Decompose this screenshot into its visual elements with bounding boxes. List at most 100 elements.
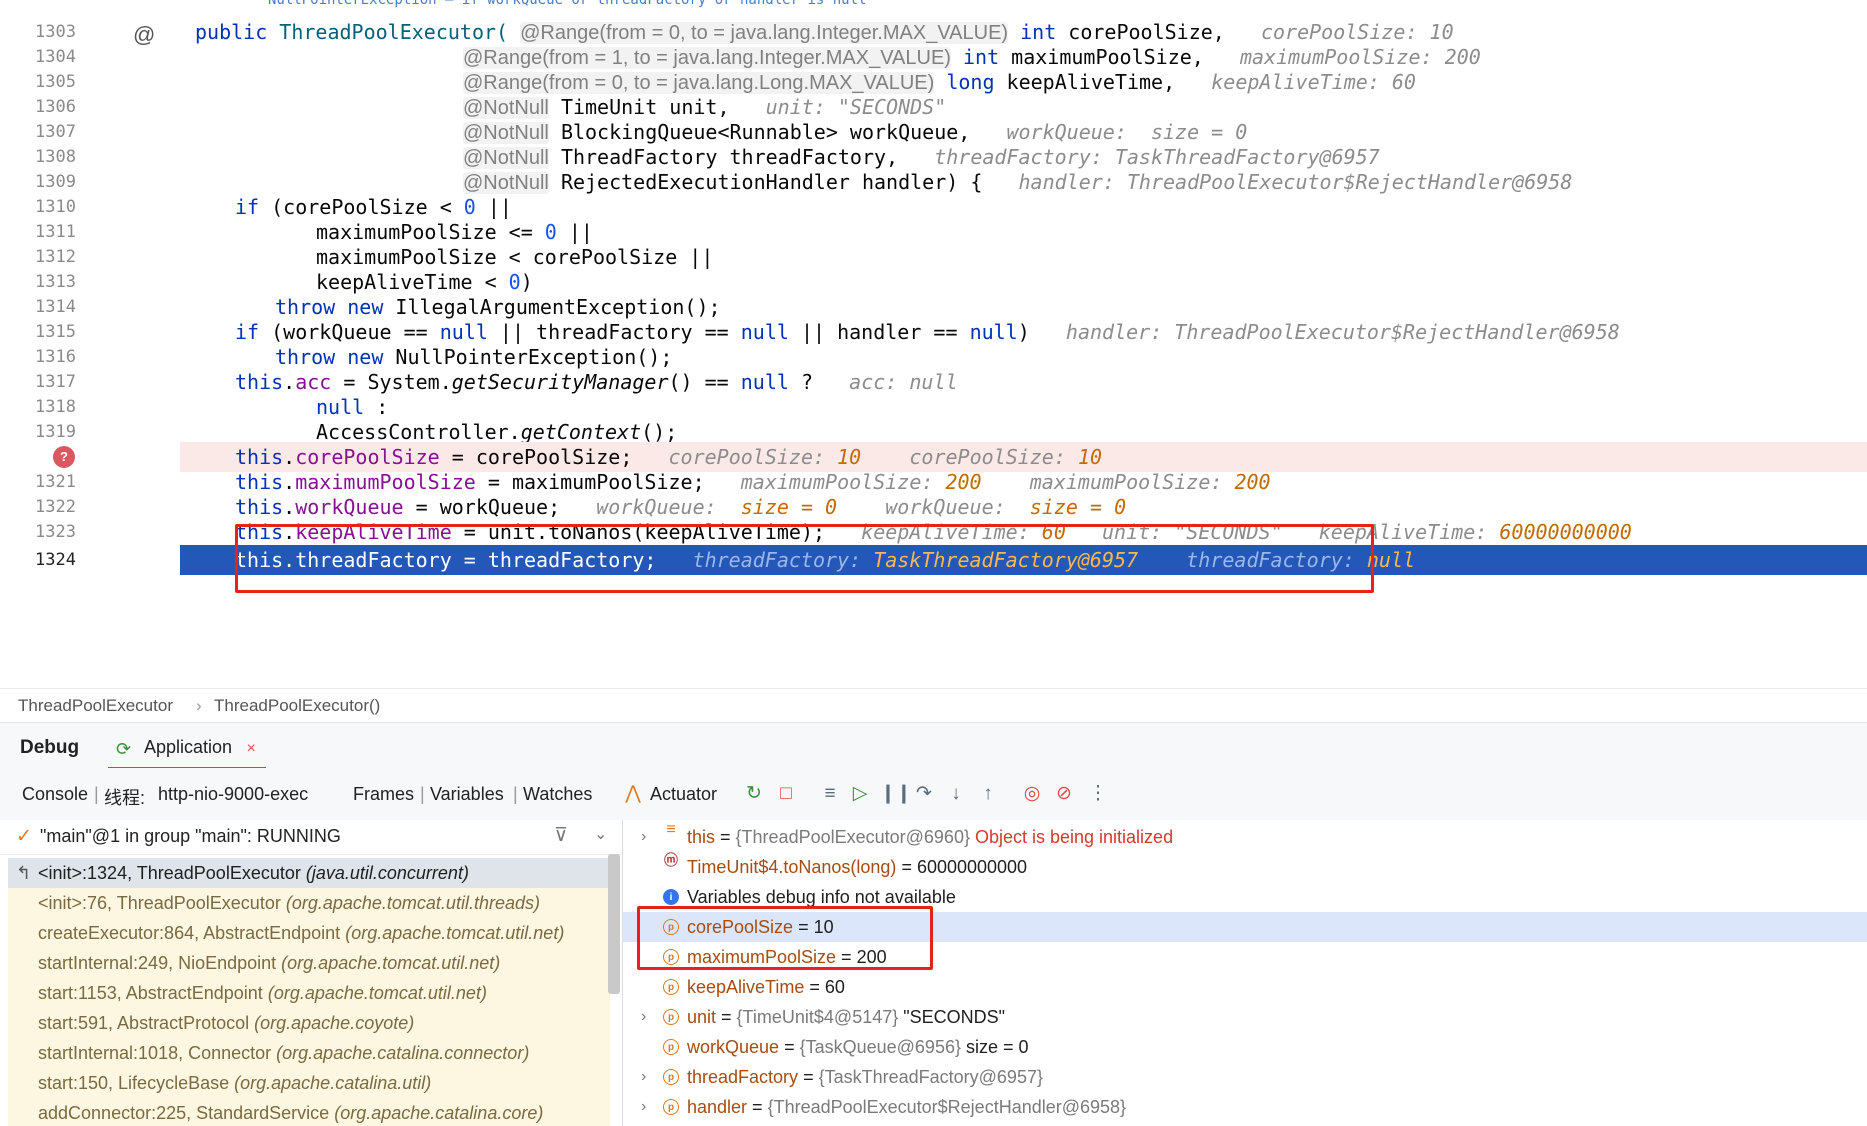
- view-breakpoints-icon[interactable]: ◎: [1020, 782, 1044, 806]
- frames-list-icon[interactable]: ≡: [818, 782, 842, 806]
- inline-hint: keepAliveTime:: [861, 520, 1030, 544]
- inline-hint-value: TaskThreadFactory@6957: [873, 548, 1139, 572]
- breadcrumb-class[interactable]: ThreadPoolExecutor: [18, 696, 173, 716]
- tab-watches[interactable]: Watches: [523, 784, 592, 805]
- inline-hint-value: size = 0: [740, 495, 838, 519]
- stack-frame[interactable]: start:1153, AbstractEndpoint (org.apache…: [8, 978, 610, 1008]
- inline-hint: workQueue:: [885, 495, 1006, 519]
- variable-row[interactable]: › p threadFactory = {TaskThreadFactory@6…: [623, 1062, 1867, 1092]
- info-icon: i: [663, 889, 679, 905]
- stack-frame[interactable]: createExecutor:864, AbstractEndpoint (or…: [8, 918, 610, 948]
- annotation: @NotNull: [463, 147, 549, 169]
- thread-status: "main"@1 in group "main": RUNNING: [40, 826, 341, 846]
- thread-label: 线程:: [104, 788, 146, 808]
- debug-tool-window-header: Debug ⟳ Application ×: [0, 722, 1867, 770]
- thread-selector-row[interactable]: ✓ "main"@1 in group "main": RUNNING ⊽ ⌄: [0, 820, 622, 855]
- return-arrow-icon: ↰: [16, 863, 32, 883]
- stack-frame[interactable]: ↰ <init>:1324, ThreadPoolExecutor (java.u…: [8, 858, 610, 888]
- divider: |: [420, 784, 425, 804]
- annotation: @NotNull: [463, 122, 549, 144]
- rerun-icon[interactable]: ↻: [742, 782, 766, 806]
- stack-frame[interactable]: startInternal:1018, Connector (org.apach…: [8, 1038, 610, 1068]
- breakpoint-icon[interactable]: ?: [53, 446, 75, 468]
- stack-frame[interactable]: start:150, LifecycleBase (org.apache.cat…: [8, 1068, 610, 1098]
- mute-breakpoints-icon[interactable]: ⊘: [1052, 782, 1076, 806]
- code-line[interactable]: this.threadFactory = threadFactory; thre…: [235, 545, 1415, 575]
- inline-hint-value: null: [1366, 548, 1416, 572]
- param: RejectedExecutionHandler handler) {: [560, 170, 983, 194]
- parameter-icon: p: [663, 1099, 679, 1115]
- variable-row[interactable]: › ≡ this = {ThreadPoolExecutor@6960} Obj…: [623, 822, 1867, 852]
- thread-selector[interactable]: http-nio-9000-exec: [158, 784, 308, 805]
- tab-variables[interactable]: Variables: [430, 784, 504, 805]
- stack-frame[interactable]: startInternal:249, NioEndpoint (org.apac…: [8, 948, 610, 978]
- inline-hint: threadFactory: TaskThreadFactory@6957: [934, 145, 1380, 169]
- parameter-icon: p: [663, 1039, 679, 1055]
- line-number: 1323: [35, 522, 76, 542]
- step-over-icon[interactable]: ↷: [912, 782, 936, 806]
- inline-hint-value: 60: [1041, 520, 1066, 544]
- variable-row[interactable]: › p handler = {ThreadPoolExecutor$Reject…: [623, 1092, 1867, 1122]
- parameter-icon: p: [663, 1009, 679, 1025]
- inline-hint: threadFactory:: [1186, 548, 1355, 572]
- inline-hint-value: 60000000000: [1499, 520, 1632, 544]
- stack-frame[interactable]: start:591, AbstractProtocol (org.apache.…: [8, 1008, 610, 1038]
- divider: |: [94, 784, 99, 804]
- inline-hint-value: 200: [1234, 470, 1271, 494]
- frames-scrollbar[interactable]: [608, 854, 620, 994]
- inline-hint: keepAliveTime: 60: [1211, 70, 1416, 94]
- variable-row[interactable]: p maximumPoolSize = 200: [623, 942, 1867, 972]
- resume-icon[interactable]: ▷: [848, 782, 872, 806]
- annotation: @Range(from = 1, to = java.lang.Integer.…: [463, 47, 951, 69]
- inline-hint: acc: null: [849, 370, 958, 394]
- expand-icon[interactable]: ›: [641, 1002, 646, 1032]
- stop-icon[interactable]: □: [774, 782, 798, 806]
- inline-hint: handler: ThreadPoolExecutor$RejectHandle…: [1018, 170, 1573, 194]
- inline-hint: keepAliveTime:: [1318, 520, 1488, 544]
- inline-hint: handler: ThreadPoolExecutor$RejectHandle…: [1065, 320, 1620, 344]
- variable-row[interactable]: › p unit = {TimeUnit$4@5147} "SECONDS": [623, 1002, 1867, 1032]
- expand-icon[interactable]: ›: [641, 1092, 646, 1122]
- pause-icon[interactable]: ❙❙: [880, 782, 912, 806]
- method-return-icon: ⓜ: [664, 852, 678, 868]
- inline-hint-value: 10: [837, 445, 862, 469]
- inline-hint: corePoolSize:: [668, 445, 826, 469]
- close-tab-icon[interactable]: ×: [247, 740, 256, 757]
- expand-icon[interactable]: ›: [641, 1062, 646, 1092]
- breadcrumb: ThreadPoolExecutor › ThreadPoolExecutor(…: [0, 688, 1867, 723]
- divider: |: [513, 784, 518, 804]
- thread-running-icon: ✓: [16, 826, 32, 847]
- inline-hint: unit: "SECONDS": [1102, 520, 1283, 544]
- filter-icon[interactable]: ⊽: [554, 824, 568, 847]
- annotation: @NotNull: [463, 172, 549, 194]
- code-editor[interactable]: NullPointerException — if workQueue or t…: [0, 0, 1867, 688]
- variable-row[interactable]: p workQueue = {TaskQueue@6956} size = 0: [623, 1032, 1867, 1062]
- step-into-icon[interactable]: ↓: [944, 782, 968, 806]
- variables-panel: › ≡ this = {ThreadPoolExecutor@6960} Obj…: [623, 820, 1867, 1126]
- stack-frame[interactable]: addConnector:225, StandardService (org.a…: [8, 1098, 610, 1126]
- stack-frame[interactable]: <init>:76, ThreadPoolExecutor (org.apach…: [8, 888, 610, 918]
- code-line[interactable]: 1323 this.keepAliveTime = unit.toNanos(k…: [0, 517, 1867, 547]
- more-options-icon[interactable]: ⋮: [1086, 782, 1110, 806]
- variable-row[interactable]: p corePoolSize = 10: [623, 912, 1867, 942]
- param: TimeUnit unit,: [560, 95, 730, 119]
- inline-hint-value: 10: [1077, 445, 1103, 469]
- tab-console[interactable]: Console: [22, 784, 88, 805]
- variable-row[interactable]: ⓜ TimeUnit$4.toNanos(long) = 60000000000: [623, 852, 1867, 882]
- variable-row: i Variables debug info not available: [623, 882, 1867, 912]
- variable-row[interactable]: p keepAliveTime = 60: [623, 972, 1867, 1002]
- step-out-icon[interactable]: ↑: [976, 782, 1000, 806]
- breadcrumb-method[interactable]: ThreadPoolExecutor(): [214, 696, 380, 716]
- param: ThreadFactory threadFactory,: [560, 145, 899, 169]
- chevron-down-icon[interactable]: ⌄: [594, 824, 607, 844]
- tab-application[interactable]: ⟳ Application ×: [108, 729, 266, 770]
- inline-hint: maximumPoolSize: 200: [1239, 45, 1481, 69]
- tab-frames[interactable]: Frames: [353, 784, 414, 805]
- debug-title: Debug: [20, 737, 80, 758]
- tab-actuator[interactable]: Actuator: [650, 784, 717, 805]
- inline-hint-value: size = 0: [1029, 495, 1127, 519]
- expand-icon[interactable]: ›: [641, 822, 646, 852]
- parameter-icon: p: [663, 979, 679, 995]
- inline-hint: workQueue:: [596, 495, 717, 519]
- inline-hint: threadFactory:: [692, 548, 862, 572]
